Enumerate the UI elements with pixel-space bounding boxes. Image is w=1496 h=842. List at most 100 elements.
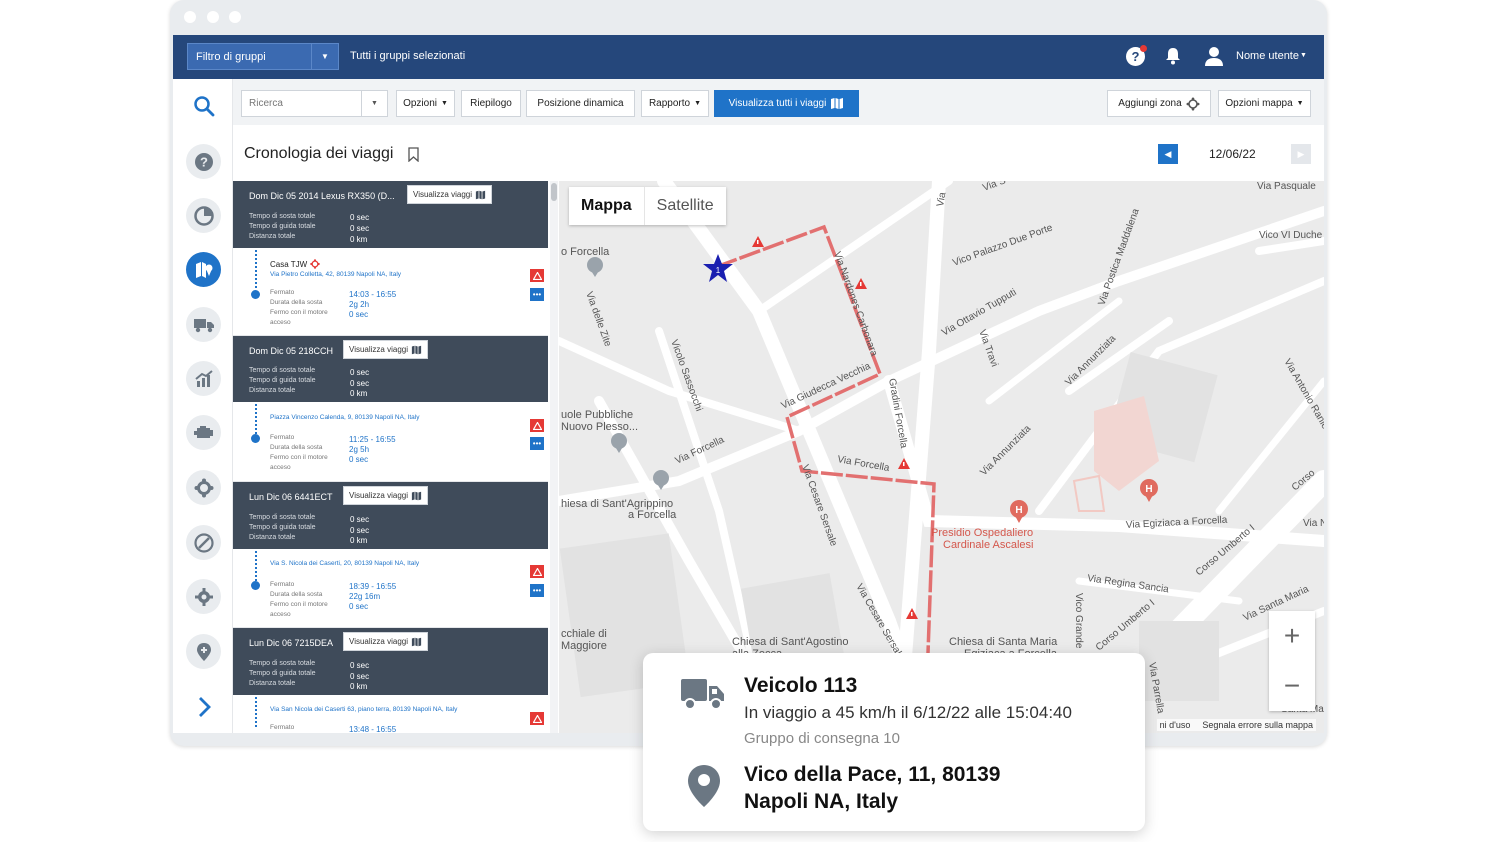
trips-map-icon[interactable] bbox=[186, 252, 221, 287]
more-options-icon[interactable]: ••• bbox=[530, 437, 544, 450]
search-placeholder[interactable]: Ricerca bbox=[242, 98, 361, 109]
chevron-down-icon[interactable]: ▼ bbox=[1300, 52, 1307, 59]
previous-date-button[interactable]: ◀ bbox=[1158, 144, 1178, 164]
rules-gear-icon[interactable] bbox=[186, 470, 221, 505]
scrollbar-thumb[interactable] bbox=[551, 183, 557, 201]
group-filter-label: Filtro di gruppi bbox=[196, 50, 266, 63]
label-stopped: Fermato bbox=[270, 289, 295, 296]
help-icon[interactable]: ? bbox=[1126, 45, 1147, 66]
label-stop-duration: Durata della sosta bbox=[270, 591, 323, 598]
settings-gear-icon[interactable] bbox=[186, 579, 221, 614]
stop-address[interactable]: Via Pietro Colletta, 42, 80139 Napoli NA… bbox=[270, 271, 401, 278]
tab-map[interactable]: Mappa bbox=[569, 187, 645, 225]
chevron-down-icon[interactable]: ▼ bbox=[311, 44, 338, 69]
trip-name: Dom Dic 05 2014 Lexus RX350 (D... bbox=[249, 191, 395, 201]
view-all-trips-button[interactable]: Visualizza tutti i viaggi bbox=[714, 90, 859, 117]
trip-header[interactable]: Lun Dic 06 6441ECT Visualizza viaggi Tem… bbox=[233, 482, 548, 549]
more-options-icon[interactable]: ••• bbox=[530, 288, 544, 301]
more-options-icon[interactable]: ••• bbox=[530, 584, 544, 597]
value-total-drive: 0 sec bbox=[350, 526, 370, 535]
warning-icon[interactable] bbox=[530, 565, 544, 578]
map-view[interactable]: H H 1 o Forcella Via Pasquale Vico VI Du… bbox=[559, 181, 1324, 733]
value-total-distance: 0 km bbox=[350, 389, 368, 398]
add-zone-button[interactable]: Aggiungi zona bbox=[1107, 90, 1211, 117]
view-trips-button[interactable]: Visualizza viaggi bbox=[407, 185, 492, 204]
stop-address[interactable]: Via San Nicola dei Caserti 63, piano ter… bbox=[270, 706, 457, 713]
timeline-line bbox=[255, 404, 257, 434]
trip-header[interactable]: Lun Dic 06 7215DEA Visualizza viaggi Tem… bbox=[233, 628, 548, 695]
stop-item[interactable]: Via San Nicola dei Caserti 63, piano ter… bbox=[233, 695, 548, 733]
trip-header[interactable]: Dom Dic 05 218CCH Visualizza viaggi Temp… bbox=[233, 336, 548, 402]
view-trips-button[interactable]: Visualizza viaggi bbox=[343, 340, 428, 359]
report-label: Rapporto bbox=[648, 98, 691, 109]
terms-link[interactable]: ni d'uso bbox=[1160, 720, 1191, 730]
stop-address[interactable]: Piazza Vincenzo Calenda, 9, 80139 Napoli… bbox=[270, 414, 419, 421]
bell-icon[interactable] bbox=[1163, 46, 1183, 66]
summary-button[interactable]: Riepilogo bbox=[461, 90, 521, 117]
current-date[interactable]: 12/06/22 bbox=[1209, 147, 1256, 161]
label-stop-duration: Durata della sosta bbox=[270, 444, 323, 451]
stop-item[interactable]: Casa TJW Via Pietro Colletta, 42, 80139 … bbox=[233, 248, 548, 336]
timeline-dot bbox=[251, 434, 260, 443]
view-trips-label: Visualizza viaggi bbox=[349, 637, 408, 646]
window-dot bbox=[207, 11, 219, 23]
warning-icon[interactable] bbox=[530, 712, 544, 725]
map-label: Cardinale Ascalesi bbox=[943, 539, 1034, 551]
search-input[interactable]: Ricerca ▼ bbox=[241, 90, 388, 117]
left-sidebar: ? bbox=[173, 79, 233, 733]
dashboard-pie-icon[interactable] bbox=[186, 198, 221, 233]
map-label: Via N bbox=[1303, 518, 1324, 529]
gear-icon bbox=[1186, 97, 1200, 110]
warning-icon[interactable] bbox=[530, 419, 544, 432]
truck-icon[interactable] bbox=[186, 307, 221, 342]
engine-icon[interactable] bbox=[186, 415, 221, 450]
user-icon[interactable] bbox=[1203, 45, 1225, 67]
reports-chart-icon[interactable] bbox=[186, 361, 221, 396]
stop-item[interactable]: Via S. Nicola dei Caserti, 20, 80139 Nap… bbox=[233, 549, 548, 628]
page-header: Cronologia dei viaggi ◀ 12/06/22 ▶ bbox=[233, 125, 1324, 180]
search-icon[interactable] bbox=[189, 91, 219, 121]
truck-icon bbox=[681, 679, 724, 710]
stop-address[interactable]: Via S. Nicola dei Caserti, 20, 80139 Nap… bbox=[270, 560, 419, 567]
zoom-in-button[interactable]: + bbox=[1269, 611, 1315, 661]
chevron-down-icon[interactable]: ▼ bbox=[361, 91, 387, 116]
label-total-drive: Tempo di guida totale bbox=[249, 223, 316, 230]
expand-chevron-icon[interactable] bbox=[189, 692, 219, 722]
value-total-stop: 0 sec bbox=[350, 213, 370, 222]
location-pin-icon bbox=[688, 765, 720, 807]
timeline-line bbox=[255, 551, 257, 581]
help-nav-icon[interactable]: ? bbox=[186, 144, 221, 179]
star-marker-number: 1 bbox=[716, 266, 721, 275]
trip-header[interactable]: Dom Dic 05 2014 Lexus RX350 (D... Visual… bbox=[233, 181, 548, 248]
warning-icon[interactable] bbox=[530, 269, 544, 282]
report-map-error-link[interactable]: Segnala errore sulla mappa bbox=[1202, 720, 1313, 730]
trip-list-scrollbar[interactable] bbox=[550, 181, 558, 733]
options-button[interactable]: Opzioni ▼ bbox=[396, 90, 455, 117]
map-canvas[interactable]: H H 1 o Forcella Via Pasquale Vico VI Du… bbox=[559, 181, 1324, 733]
vehicle-info-card[interactable]: Veicolo 113 In viaggio a 45 km/h il 6/12… bbox=[643, 653, 1145, 831]
tab-satellite[interactable]: Satellite bbox=[645, 187, 726, 225]
map-label: Chiesa di Sant'Agostino bbox=[732, 636, 848, 648]
view-trips-button[interactable]: Visualizza viaggi bbox=[343, 486, 428, 505]
dynamic-position-button[interactable]: Posizione dinamica bbox=[526, 90, 635, 117]
compass-icon[interactable] bbox=[186, 525, 221, 560]
label-total-distance: Distanza totale bbox=[249, 233, 296, 240]
user-name[interactable]: Nome utente bbox=[1236, 50, 1299, 62]
report-button[interactable]: Rapporto ▼ bbox=[641, 90, 709, 117]
location-plus-icon[interactable] bbox=[186, 634, 221, 669]
stop-item[interactable]: Piazza Vincenzo Calenda, 9, 80139 Napoli… bbox=[233, 402, 548, 482]
view-trips-button[interactable]: Visualizza viaggi bbox=[343, 632, 428, 651]
bookmark-icon[interactable] bbox=[408, 147, 419, 162]
svg-text:H: H bbox=[1145, 484, 1152, 495]
next-date-button[interactable]: ▶ bbox=[1291, 144, 1311, 164]
svg-text:?: ? bbox=[200, 154, 208, 169]
notification-dot bbox=[1140, 45, 1147, 52]
zoom-out-button[interactable]: − bbox=[1269, 661, 1315, 711]
top-navbar: Filtro di gruppi ▼ Tutti i gruppi selezi… bbox=[173, 35, 1324, 79]
stop-idle: 0 sec bbox=[349, 455, 369, 464]
value-total-drive: 0 sec bbox=[350, 224, 370, 233]
label-total-distance: Distanza totale bbox=[249, 387, 296, 394]
map-options-button[interactable]: Opzioni mappa ▼ bbox=[1218, 90, 1311, 117]
map-label: o Forcella bbox=[561, 246, 610, 258]
group-filter-dropdown[interactable]: Filtro di gruppi ▼ bbox=[187, 43, 339, 70]
